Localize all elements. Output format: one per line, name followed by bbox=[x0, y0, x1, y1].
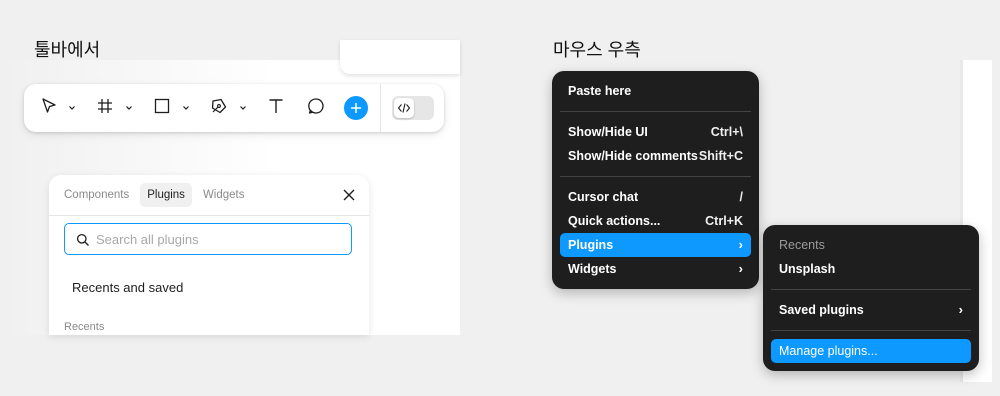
tab-plugins[interactable]: Plugins bbox=[140, 183, 192, 207]
chevron-right-icon: › bbox=[738, 237, 743, 252]
shape-tool-button[interactable] bbox=[151, 96, 173, 120]
plugins-submenu: Recents Unsplash Saved plugins › Manage … bbox=[763, 225, 979, 371]
tab-widgets[interactable]: Widgets bbox=[196, 183, 252, 207]
panel-divider bbox=[49, 215, 369, 216]
comment-icon bbox=[307, 97, 325, 120]
menu-item-quick-actions[interactable]: Quick actions... Ctrl+K bbox=[560, 209, 751, 233]
frame-hash-icon bbox=[96, 97, 114, 120]
comment-tool-button[interactable] bbox=[305, 96, 327, 120]
menu-item-plugins[interactable]: Plugins › bbox=[560, 233, 751, 257]
bottom-toolbar bbox=[24, 84, 444, 132]
recents-and-saved-link[interactable]: Recents and saved bbox=[72, 280, 183, 295]
shortcut-label: Ctrl+K bbox=[705, 214, 743, 228]
chevron-down-icon[interactable] bbox=[125, 104, 133, 112]
text-tool-button[interactable] bbox=[265, 96, 287, 120]
menu-item-paste-here[interactable]: Paste here bbox=[560, 79, 751, 103]
submenu-item-unsplash[interactable]: Unsplash bbox=[771, 257, 971, 281]
pen-icon bbox=[210, 97, 228, 120]
menu-item-show-hide-ui[interactable]: Show/Hide UI Ctrl+\ bbox=[560, 120, 751, 144]
dev-mode-toggle[interactable] bbox=[392, 96, 434, 120]
move-tool-button[interactable] bbox=[38, 96, 60, 120]
text-icon bbox=[267, 97, 285, 120]
dev-mode-knob bbox=[394, 98, 414, 118]
menu-divider bbox=[771, 289, 971, 290]
actions-plus-button[interactable] bbox=[344, 96, 368, 120]
toolbar-caption: 툴바에서 bbox=[34, 40, 101, 60]
canvas-frame-edge bbox=[340, 40, 460, 74]
plus-icon bbox=[351, 103, 361, 113]
right-click-caption: 마우스 우측 bbox=[553, 40, 641, 60]
plugins-panel: Components Plugins Widgets Recents and s… bbox=[49, 175, 369, 335]
frame-tool-button[interactable] bbox=[94, 96, 116, 120]
move-arrow-icon bbox=[40, 97, 58, 120]
panel-tabs: Components Plugins Widgets bbox=[57, 183, 255, 207]
menu-divider bbox=[560, 111, 751, 112]
menu-item-widgets[interactable]: Widgets › bbox=[560, 257, 751, 281]
plugin-search-field[interactable] bbox=[64, 223, 352, 255]
code-icon bbox=[397, 103, 411, 113]
menu-item-show-hide-comments[interactable]: Show/Hide comments Shift+C bbox=[560, 144, 751, 168]
recents-section-label: Recents bbox=[64, 321, 105, 333]
chevron-down-icon[interactable] bbox=[68, 104, 76, 112]
rectangle-icon bbox=[153, 97, 171, 120]
pen-tool-button[interactable] bbox=[208, 96, 230, 120]
search-input[interactable] bbox=[96, 231, 336, 247]
menu-divider bbox=[560, 176, 751, 177]
context-menu: Paste here Show/Hide UI Ctrl+\ Show/Hide… bbox=[552, 71, 759, 289]
shortcut-label: Ctrl+\ bbox=[710, 125, 743, 139]
chevron-right-icon: › bbox=[738, 261, 743, 276]
shortcut-label: Shift+C bbox=[698, 149, 743, 163]
chevron-down-icon[interactable] bbox=[182, 104, 190, 112]
shortcut-label: / bbox=[739, 190, 743, 204]
submenu-recents-label: Recents bbox=[779, 238, 825, 252]
chevron-right-icon: › bbox=[958, 302, 963, 317]
menu-divider bbox=[771, 330, 971, 331]
menu-item-cursor-chat[interactable]: Cursor chat / bbox=[560, 185, 751, 209]
toolbar-divider bbox=[380, 84, 381, 132]
tab-components[interactable]: Components bbox=[57, 183, 136, 207]
close-icon[interactable] bbox=[341, 187, 357, 203]
search-icon bbox=[76, 233, 89, 246]
chevron-down-icon[interactable] bbox=[239, 104, 247, 112]
submenu-item-saved-plugins[interactable]: Saved plugins › bbox=[771, 298, 971, 322]
submenu-item-manage-plugins[interactable]: Manage plugins... bbox=[771, 339, 971, 363]
